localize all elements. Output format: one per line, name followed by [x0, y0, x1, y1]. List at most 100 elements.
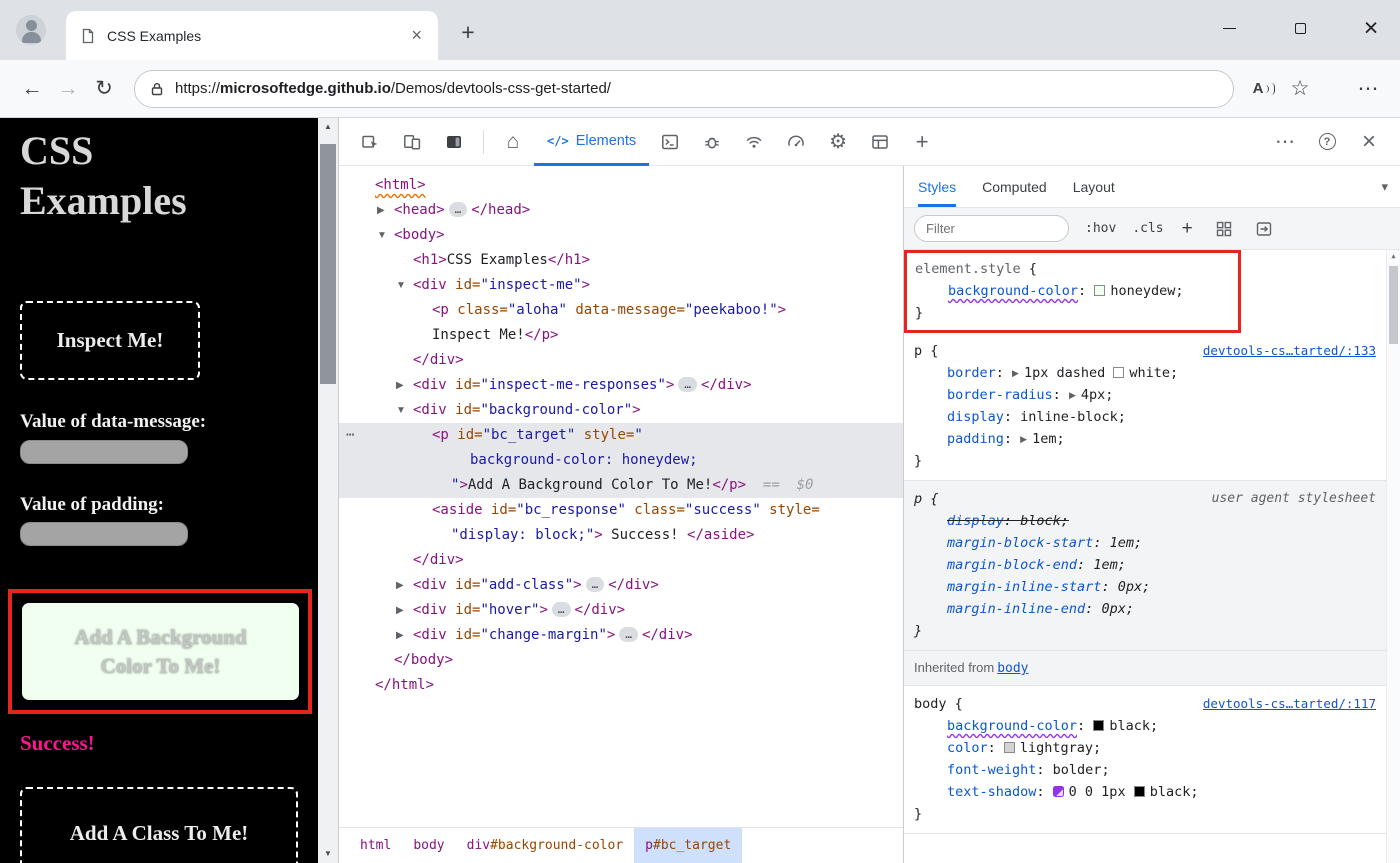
css-property-value[interactable]: black; — [1150, 784, 1199, 800]
css-declaration[interactable]: border: ▶1px dashed white; — [914, 362, 1376, 384]
browser-tab[interactable]: CSS Examples × — [66, 11, 438, 60]
dom-tree-row[interactable]: ">Add A Background Color To Me!</p> == $… — [339, 473, 903, 498]
favorites-star-icon[interactable]: ☆ — [1282, 71, 1318, 107]
css-property-name[interactable]: margin-block-start — [947, 535, 1093, 551]
tab-layout[interactable]: Layout — [1073, 166, 1115, 207]
css-declaration[interactable]: background-color: honeydew; — [915, 280, 1230, 302]
inherited-node-link[interactable]: body — [997, 661, 1028, 676]
breadcrumb-item[interactable]: p#bc_target — [634, 828, 742, 863]
css-property-value[interactable]: bolder; — [1053, 762, 1110, 778]
shadow-editor-icon[interactable] — [1053, 786, 1064, 797]
color-swatch[interactable] — [1113, 367, 1124, 378]
expand-ellipsis-button[interactable]: … — [678, 377, 697, 392]
twisty-arrow-icon[interactable]: ▶ — [396, 598, 413, 623]
css-property-name[interactable]: margin-inline-start — [947, 579, 1101, 595]
pseudo-state-button[interactable]: :hov — [1085, 221, 1116, 236]
rule-selector[interactable]: p — [914, 343, 922, 359]
css-declaration[interactable]: margin-inline-start: 0px; — [914, 576, 1376, 598]
grid-overlay-icon[interactable] — [1215, 220, 1233, 238]
inspect-me-button[interactable]: Inspect Me! — [20, 301, 200, 380]
scrollbar-thumb[interactable] — [320, 144, 336, 384]
dom-tree-row[interactable]: ▼<body> — [339, 223, 903, 248]
css-property-value[interactable]: black; — [1109, 718, 1158, 734]
css-property-value[interactable]: inline-block; — [1020, 409, 1126, 425]
stylesheet-source-link[interactable]: devtools-cs…tarted/:117 — [1203, 693, 1376, 715]
css-property-value[interactable]: 1em; — [1093, 557, 1126, 573]
padding-field[interactable] — [20, 522, 188, 546]
styles-scrollbar[interactable]: ▲ — [1386, 250, 1400, 863]
css-property-value[interactable]: lightgray; — [1020, 740, 1101, 756]
dom-tree-row[interactable]: </html> — [339, 673, 903, 698]
open-computed-sidebar-icon[interactable] — [1255, 220, 1273, 238]
forward-button[interactable]: → — [50, 71, 86, 107]
css-property-name[interactable]: color — [947, 740, 988, 756]
close-devtools-icon[interactable]: × — [1351, 124, 1387, 160]
css-property-value[interactable]: 0 0 1px — [1069, 784, 1134, 800]
breadcrumb-item[interactable]: html — [349, 828, 402, 863]
css-declaration[interactable]: margin-block-end: 1em; — [914, 554, 1376, 576]
expand-shorthand-icon[interactable]: ▶ — [1069, 390, 1076, 400]
css-property-name[interactable]: display — [947, 513, 1004, 529]
tab-styles[interactable]: Styles — [918, 166, 956, 207]
data-message-field[interactable] — [20, 440, 188, 464]
css-declaration[interactable]: font-weight: bolder; — [914, 759, 1376, 781]
color-swatch[interactable] — [1134, 786, 1145, 797]
dom-tree-row[interactable]: ▼<div id="background-color"> — [339, 398, 903, 423]
home-icon[interactable]: ⌂ — [495, 124, 531, 160]
color-swatch[interactable] — [1094, 285, 1105, 296]
chevron-down-icon[interactable]: ▾ — [1381, 179, 1388, 195]
dom-tree-row[interactable]: ▼<div id="inspect-me"> — [339, 273, 903, 298]
rule-selector[interactable]: element.style — [915, 261, 1021, 277]
twisty-arrow-icon[interactable]: ▶ — [396, 373, 413, 398]
styles-scroll-up-icon[interactable]: ▲ — [1387, 252, 1400, 260]
css-declaration[interactable]: margin-block-start: 1em; — [914, 532, 1376, 554]
styles-scrollbar-thumb[interactable] — [1389, 266, 1398, 344]
maximize-button[interactable] — [1285, 13, 1315, 43]
css-declaration[interactable]: text-shadow: 0 0 1px black; — [914, 781, 1376, 803]
new-tab-button[interactable]: + — [452, 17, 484, 49]
minimize-button[interactable] — [1214, 13, 1244, 43]
debugger-bug-icon[interactable] — [694, 124, 730, 160]
scroll-up-icon[interactable]: ▲ — [318, 118, 338, 136]
css-property-name[interactable]: margin-block-end — [947, 557, 1077, 573]
application-icon[interactable] — [862, 124, 898, 160]
dom-tree-row[interactable]: </div> — [339, 548, 903, 573]
color-swatch[interactable] — [1093, 720, 1104, 731]
address-bar[interactable]: https://microsoftedge.github.io/Demos/de… — [134, 70, 1234, 108]
css-property-value[interactable]: honeydew; — [1110, 283, 1183, 299]
twisty-arrow-icon[interactable]: ▼ — [396, 398, 413, 423]
dom-tree-row[interactable]: <h1>CSS Examples</h1> — [339, 248, 903, 273]
dom-tree-row[interactable]: <html> — [339, 173, 903, 198]
css-property-name[interactable]: background-color — [948, 283, 1078, 299]
twisty-arrow-icon[interactable]: ▶ — [377, 198, 394, 223]
css-declaration[interactable]: color: lightgray; — [914, 737, 1376, 759]
css-property-name[interactable]: background-color — [947, 718, 1077, 734]
new-style-rule-button[interactable]: + — [1182, 218, 1193, 240]
inspect-element-icon[interactable] — [352, 124, 388, 160]
css-property-name[interactable]: font-weight — [947, 762, 1036, 778]
refresh-button[interactable]: ↻ — [86, 71, 122, 107]
css-declaration[interactable]: display: inline-block; — [914, 406, 1376, 428]
network-wifi-icon[interactable] — [736, 124, 772, 160]
page-scrollbar[interactable]: ▲ ▼ — [318, 118, 338, 863]
scroll-down-icon[interactable]: ▼ — [318, 845, 338, 863]
css-property-name[interactable]: text-shadow — [947, 784, 1036, 800]
dom-tree-row[interactable]: </body> — [339, 648, 903, 673]
dom-tree-row[interactable]: ▶<div id="hover">…</div> — [339, 598, 903, 623]
css-property-value[interactable]: 4px; — [1081, 387, 1114, 403]
console-icon[interactable] — [652, 124, 688, 160]
tab-close-icon[interactable]: × — [409, 25, 424, 46]
device-emulation-icon[interactable] — [394, 124, 430, 160]
css-property-value[interactable]: white; — [1129, 365, 1178, 381]
more-options-icon[interactable]: ⋯ — [1267, 124, 1303, 160]
expand-shorthand-icon[interactable]: ▶ — [1012, 368, 1019, 378]
twisty-arrow-icon[interactable]: ▼ — [396, 273, 413, 298]
expand-ellipsis-button[interactable]: … — [619, 627, 638, 642]
twisty-arrow-icon[interactable]: ▼ — [377, 223, 394, 248]
settings-gear-icon[interactable]: ⚙ — [820, 124, 856, 160]
css-property-name[interactable]: margin-inline-end — [947, 601, 1085, 617]
css-property-value[interactable]: 1px dashed — [1024, 365, 1113, 381]
activity-bar-icon[interactable] — [436, 124, 472, 160]
add-background-color-button[interactable]: Add A Background Color To Me! — [22, 603, 299, 700]
breadcrumb-item[interactable]: div#background-color — [456, 828, 635, 863]
